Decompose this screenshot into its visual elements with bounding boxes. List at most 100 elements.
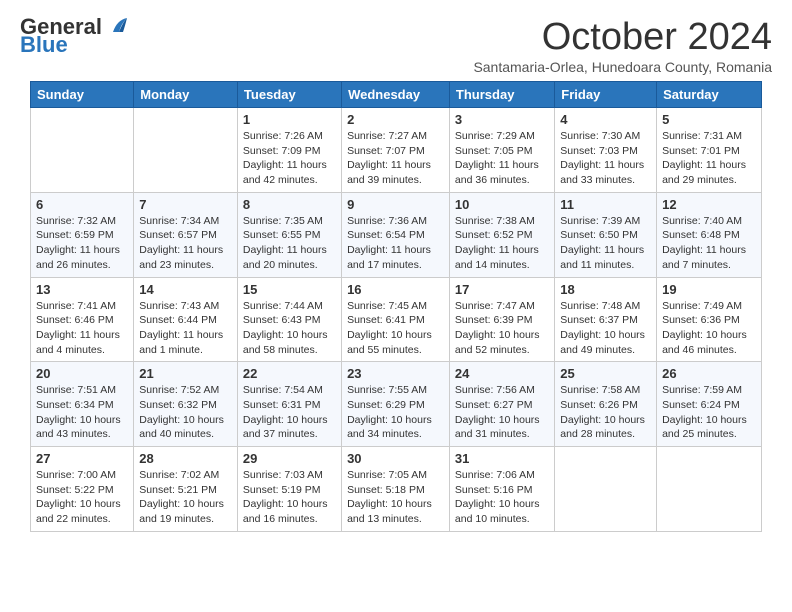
- day-cell: 1Sunrise: 7:26 AMSunset: 7:09 PMDaylight…: [237, 108, 341, 193]
- day-cell: 19 Sunrise: 7:49 AMSunset: 6:36 PMDayligh…: [657, 277, 762, 362]
- calendar-header: SundayMondayTuesdayWednesdayThursdayFrid…: [31, 82, 762, 108]
- day-number: 8: [243, 197, 336, 212]
- day-info: Sunrise: 7:31 AMSunset: 7:01 PMDaylight:…: [662, 129, 756, 188]
- day-info: Sunrise: 7:27 AMSunset: 7:07 PMDaylight:…: [347, 129, 444, 188]
- column-header-thursday: Thursday: [449, 82, 554, 108]
- day-info: Sunrise: 7:48 AMSunset: 6:37 PMDaylight:…: [560, 299, 651, 358]
- day-number: 26: [662, 366, 756, 381]
- day-info: Sunrise: 7:35 AMSunset: 6:55 PMDaylight:…: [243, 214, 336, 273]
- day-cell: 22 Sunrise: 7:54 AMSunset: 6:31 PMDayligh…: [237, 362, 341, 447]
- day-info: Sunrise: 7:51 AMSunset: 6:34 PMDaylight:…: [36, 383, 128, 442]
- day-cell: 12 Sunrise: 7:40 AMSunset: 6:48 PMDayligh…: [657, 192, 762, 277]
- day-number: 12: [662, 197, 756, 212]
- day-info: Sunrise: 7:29 AMSunset: 7:05 PMDaylight:…: [455, 129, 549, 188]
- day-cell: 11 Sunrise: 7:39 AMSunset: 6:50 PMDayligh…: [555, 192, 657, 277]
- day-number: 23: [347, 366, 444, 381]
- day-cell: [134, 108, 238, 193]
- day-cell: [31, 108, 134, 193]
- day-cell: 20Sunrise: 7:51 AMSunset: 6:34 PMDayligh…: [31, 362, 134, 447]
- day-cell: 2 Sunrise: 7:27 AMSunset: 7:07 PMDaylight…: [342, 108, 450, 193]
- day-info: Sunrise: 7:49 AMSunset: 6:36 PMDaylight:…: [662, 299, 756, 358]
- month-title: October 2024: [473, 16, 772, 59]
- day-info: Sunrise: 7:44 AMSunset: 6:43 PMDaylight:…: [243, 299, 336, 358]
- day-number: 4: [560, 112, 651, 127]
- day-number: 24: [455, 366, 549, 381]
- day-cell: [555, 447, 657, 532]
- calendar-container: SundayMondayTuesdayWednesdayThursdayFrid…: [10, 81, 782, 532]
- day-info: Sunrise: 7:47 AMSunset: 6:39 PMDaylight:…: [455, 299, 549, 358]
- week-row-3: 13Sunrise: 7:41 AMSunset: 6:46 PMDayligh…: [31, 277, 762, 362]
- day-info: Sunrise: 7:36 AMSunset: 6:54 PMDaylight:…: [347, 214, 444, 273]
- day-cell: 14 Sunrise: 7:43 AMSunset: 6:44 PMDayligh…: [134, 277, 238, 362]
- column-header-tuesday: Tuesday: [237, 82, 341, 108]
- day-cell: 8 Sunrise: 7:35 AMSunset: 6:55 PMDaylight…: [237, 192, 341, 277]
- column-header-saturday: Saturday: [657, 82, 762, 108]
- day-number: 2: [347, 112, 444, 127]
- day-cell: 3 Sunrise: 7:29 AMSunset: 7:05 PMDaylight…: [449, 108, 554, 193]
- day-cell: 21Sunrise: 7:52 AMSunset: 6:32 PMDayligh…: [134, 362, 238, 447]
- day-cell: 27 Sunrise: 7:00 AMSunset: 5:22 PMDayligh…: [31, 447, 134, 532]
- day-number: 27: [36, 451, 128, 466]
- day-number: 10: [455, 197, 549, 212]
- day-number: 31: [455, 451, 549, 466]
- day-cell: 28 Sunrise: 7:02 AMSunset: 5:21 PMDayligh…: [134, 447, 238, 532]
- day-cell: 26 Sunrise: 7:59 AMSunset: 6:24 PMDayligh…: [657, 362, 762, 447]
- day-number: 14: [139, 282, 232, 297]
- day-number: 13: [36, 282, 128, 297]
- day-number: 28: [139, 451, 232, 466]
- day-cell: 25 Sunrise: 7:58 AMSunset: 6:26 PMDayligh…: [555, 362, 657, 447]
- day-number: 30: [347, 451, 444, 466]
- day-info: Sunrise: 7:43 AMSunset: 6:44 PMDaylight:…: [139, 299, 232, 358]
- calendar-body: 1Sunrise: 7:26 AMSunset: 7:09 PMDaylight…: [31, 108, 762, 532]
- day-info: Sunrise: 7:55 AMSunset: 6:29 PMDaylight:…: [347, 383, 444, 442]
- day-number: 25: [560, 366, 651, 381]
- day-info: Sunrise: 7:52 AMSunset: 6:32 PMDaylight:…: [139, 383, 232, 442]
- day-info: Sunrise: 7:00 AMSunset: 5:22 PMDaylight:…: [36, 468, 128, 527]
- day-cell: 5Sunrise: 7:31 AMSunset: 7:01 PMDaylight…: [657, 108, 762, 193]
- day-info: Sunrise: 7:45 AMSunset: 6:41 PMDaylight:…: [347, 299, 444, 358]
- page-header: General Blue October 2024 Santamaria-Orl…: [10, 10, 782, 77]
- day-cell: 31 Sunrise: 7:06 AMSunset: 5:16 PMDayligh…: [449, 447, 554, 532]
- day-info: Sunrise: 7:06 AMSunset: 5:16 PMDaylight:…: [455, 468, 549, 527]
- day-info: Sunrise: 7:56 AMSunset: 6:27 PMDaylight:…: [455, 383, 549, 442]
- day-cell: 24 Sunrise: 7:56 AMSunset: 6:27 PMDayligh…: [449, 362, 554, 447]
- day-info: Sunrise: 7:39 AMSunset: 6:50 PMDaylight:…: [560, 214, 651, 273]
- column-header-friday: Friday: [555, 82, 657, 108]
- day-number: 16: [347, 282, 444, 297]
- week-row-4: 20Sunrise: 7:51 AMSunset: 6:34 PMDayligh…: [31, 362, 762, 447]
- column-header-monday: Monday: [134, 82, 238, 108]
- day-number: 9: [347, 197, 444, 212]
- day-cell: 9 Sunrise: 7:36 AMSunset: 6:54 PMDaylight…: [342, 192, 450, 277]
- calendar-table: SundayMondayTuesdayWednesdayThursdayFrid…: [30, 81, 762, 532]
- day-info: Sunrise: 7:54 AMSunset: 6:31 PMDaylight:…: [243, 383, 336, 442]
- day-info: Sunrise: 7:59 AMSunset: 6:24 PMDaylight:…: [662, 383, 756, 442]
- day-number: 11: [560, 197, 651, 212]
- day-cell: [657, 447, 762, 532]
- week-row-2: 6Sunrise: 7:32 AMSunset: 6:59 PMDaylight…: [31, 192, 762, 277]
- week-row-1: 1Sunrise: 7:26 AMSunset: 7:09 PMDaylight…: [31, 108, 762, 193]
- day-cell: 16 Sunrise: 7:45 AMSunset: 6:41 PMDayligh…: [342, 277, 450, 362]
- day-number: 19: [662, 282, 756, 297]
- week-row-5: 27 Sunrise: 7:00 AMSunset: 5:22 PMDayligh…: [31, 447, 762, 532]
- header-row: SundayMondayTuesdayWednesdayThursdayFrid…: [31, 82, 762, 108]
- day-number: 29: [243, 451, 336, 466]
- day-cell: 10 Sunrise: 7:38 AMSunset: 6:52 PMDayligh…: [449, 192, 554, 277]
- day-number: 17: [455, 282, 549, 297]
- day-number: 1: [243, 112, 336, 127]
- day-cell: 6Sunrise: 7:32 AMSunset: 6:59 PMDaylight…: [31, 192, 134, 277]
- day-info: Sunrise: 7:02 AMSunset: 5:21 PMDaylight:…: [139, 468, 232, 527]
- day-info: Sunrise: 7:40 AMSunset: 6:48 PMDaylight:…: [662, 214, 756, 273]
- title-block: October 2024 Santamaria-Orlea, Hunedoara…: [473, 16, 772, 75]
- day-info: Sunrise: 7:05 AMSunset: 5:18 PMDaylight:…: [347, 468, 444, 527]
- day-info: Sunrise: 7:58 AMSunset: 6:26 PMDaylight:…: [560, 383, 651, 442]
- day-number: 18: [560, 282, 651, 297]
- day-cell: 17 Sunrise: 7:47 AMSunset: 6:39 PMDayligh…: [449, 277, 554, 362]
- logo: General Blue: [20, 16, 127, 56]
- day-cell: 30 Sunrise: 7:05 AMSunset: 5:18 PMDayligh…: [342, 447, 450, 532]
- day-cell: 29Sunrise: 7:03 AMSunset: 5:19 PMDayligh…: [237, 447, 341, 532]
- day-number: 22: [243, 366, 336, 381]
- day-info: Sunrise: 7:38 AMSunset: 6:52 PMDaylight:…: [455, 214, 549, 273]
- day-number: 6: [36, 197, 128, 212]
- day-number: 3: [455, 112, 549, 127]
- column-header-wednesday: Wednesday: [342, 82, 450, 108]
